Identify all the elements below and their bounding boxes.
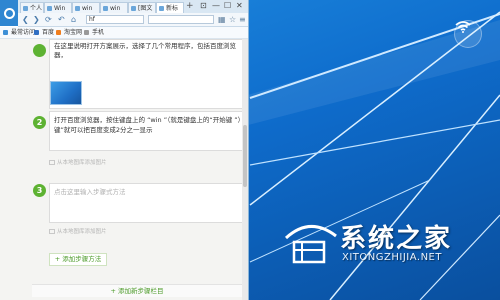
step-1-text: 在这里说明打开方案展示，选择了几个常用程序，包括百度浏览器，: [54, 42, 236, 59]
new-tab-button[interactable]: +: [186, 1, 194, 11]
watermark-url: XITONGZHIJIA.NET: [342, 252, 442, 263]
watermark-logo-icon: [284, 225, 337, 264]
address-bar[interactable]: hf: [86, 15, 144, 24]
tab-6-active[interactable]: 新标: [156, 2, 184, 13]
bookmarks-bar: 最常访问 百度 淘宝网 手机: [0, 27, 248, 39]
tab-2[interactable]: Win: [44, 2, 72, 13]
step-1-number-badge: [33, 44, 46, 57]
scrollbar-thumb[interactable]: [243, 125, 247, 187]
step-3-input[interactable]: 点击这里输入步骤式方法: [49, 183, 243, 223]
wifi-icon[interactable]: [454, 20, 482, 48]
step-3-placeholder: 点击这里输入步骤式方法: [54, 188, 126, 196]
step-2-line-1: 打开百度浏览器，按住键盘上的 “win ”（就是键盘上的“开始键 ”）: [54, 116, 245, 124]
tab-bar: 个人 Win win win [图文 新标 + ⊡ — ☐ ✕: [0, 0, 248, 14]
step-2-number-badge: 2: [33, 116, 46, 129]
step-3-number-badge: 3: [33, 184, 46, 197]
bookmark-most-visited[interactable]: 最常访问: [3, 27, 35, 38]
browser-window: 个人 Win win win [图文 新标 + ⊡ — ☐ ✕ ❮ ❯ ⟳ ↶ …: [0, 0, 249, 300]
tab-5[interactable]: [图文: [128, 2, 156, 13]
close-button[interactable]: ✕: [236, 0, 243, 12]
menu-icon[interactable]: ≡: [239, 13, 246, 26]
forward-button[interactable]: ❯: [33, 13, 40, 26]
step-1-screenshot[interactable]: [50, 81, 82, 105]
minimize-button[interactable]: —: [212, 0, 220, 12]
bookmark-taobao[interactable]: 淘宝网: [56, 27, 82, 38]
article-editor: 在这里说明打开方案展示，选择了几个常用程序，包括百度浏览器， 2 打开百度浏览器…: [0, 39, 248, 300]
back-button[interactable]: ❮: [22, 13, 29, 26]
home-button[interactable]: ⌂: [71, 13, 76, 26]
step-2-add-image-link[interactable]: 从本地图库添加图片: [49, 159, 107, 167]
browser-logo-icon[interactable]: [0, 0, 18, 26]
step-3-add-image-link[interactable]: 从本地图库添加图片: [49, 228, 107, 236]
bookmark-baidu[interactable]: 百度: [34, 27, 54, 38]
page-scrollbar[interactable]: [242, 39, 248, 300]
grid-icon[interactable]: ▦: [218, 13, 226, 26]
bookmark-mobile[interactable]: 手机: [84, 27, 104, 38]
tab-4[interactable]: win: [100, 2, 128, 13]
step-2-line-2: 键”就可以把百度变成2分之一显示: [54, 126, 153, 134]
maximize-button[interactable]: ☐: [224, 0, 231, 12]
navigation-bar: ❮ ❯ ⟳ ↶ ⌂ hf ▦ ☆ ≡: [18, 13, 248, 27]
site-watermark: 系统之家 XITONGZHIJIA.NET: [280, 212, 492, 274]
star-icon[interactable]: ☆: [229, 13, 236, 26]
tab-1[interactable]: 个人: [20, 2, 44, 13]
watermark-name: 系统之家: [340, 224, 453, 254]
pin-icon[interactable]: ⊡: [200, 0, 207, 12]
search-input[interactable]: [148, 15, 214, 24]
undo-button[interactable]: ↶: [58, 13, 65, 26]
step-2-card[interactable]: 打开百度浏览器，按住键盘上的 “win ”（就是键盘上的“开始键 ”） 键”就可…: [49, 111, 245, 151]
add-step-method-button[interactable]: + 添加步骤方法: [49, 253, 107, 266]
add-step-section-button[interactable]: + 添加新步骤栏目: [32, 284, 242, 297]
tab-3[interactable]: win: [72, 2, 100, 13]
refresh-button[interactable]: ⟳: [45, 13, 52, 26]
